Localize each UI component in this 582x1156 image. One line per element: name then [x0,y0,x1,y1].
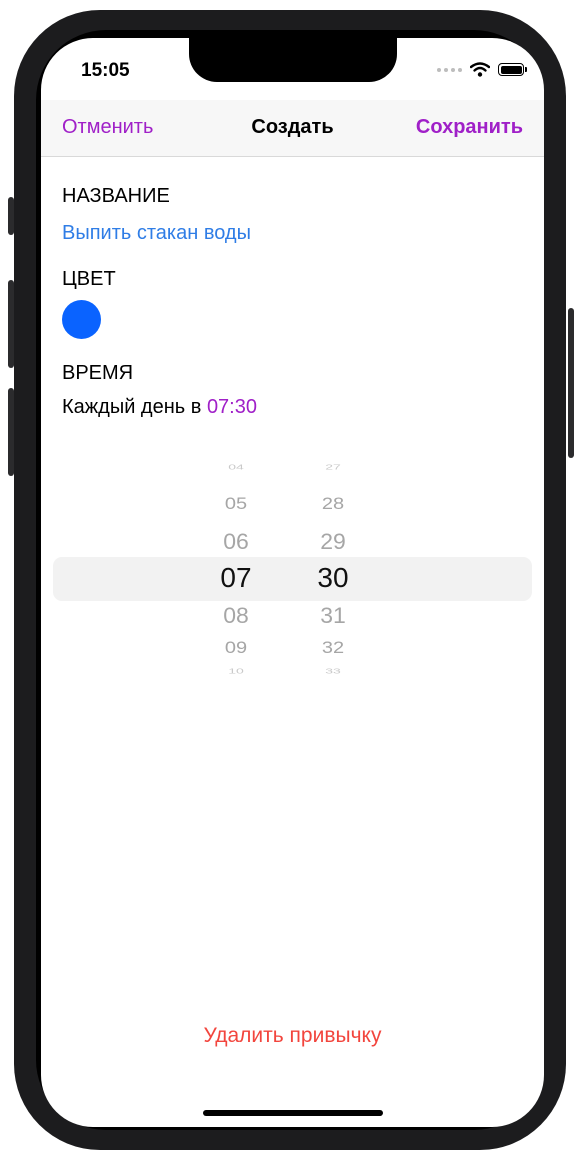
minute-option[interactable]: 32 [288,639,378,659]
volume-up-button [8,280,14,368]
home-indicator [203,1110,383,1116]
hour-option[interactable]: 09 [191,639,281,659]
time-label: ВРЕМЯ [62,362,134,384]
delete-habit-button[interactable]: Удалить привычку [41,1024,544,1048]
hour-option[interactable]: 07 [191,562,281,594]
minute-option[interactable]: 33 [288,667,378,675]
cancel-button[interactable]: Отменить [62,116,153,139]
hour-option[interactable]: 06 [191,528,281,554]
name-label: НАЗВАНИЕ [62,185,170,207]
minute-option[interactable]: 27 [288,463,378,471]
minute-wheel[interactable]: 27 28 29 30 31 32 33 [288,456,378,696]
habit-name-field[interactable]: Выпить стакан воды [62,222,251,245]
minute-option[interactable]: 28 [288,495,378,515]
mute-switch [8,197,14,235]
status-time: 15:05 [81,60,130,81]
status-icons [437,62,527,77]
hour-option[interactable]: 08 [191,602,281,628]
schedule-time-value[interactable]: 07:30 [207,396,257,418]
hour-option[interactable]: 05 [191,495,281,515]
save-button[interactable]: Сохранить [416,116,523,139]
volume-down-button [8,388,14,476]
color-label: ЦВЕТ [62,268,116,290]
hour-wheel[interactable]: 04 05 06 07 08 09 10 [191,456,281,696]
minute-option[interactable]: 31 [288,602,378,628]
schedule-text: Каждый день в 07:30 [62,396,257,419]
hour-option[interactable]: 04 [191,463,281,471]
power-button [568,308,574,458]
hour-option[interactable]: 10 [191,667,281,675]
notch [189,38,397,82]
wifi-icon [470,62,490,77]
schedule-prefix: Каждый день в [62,396,202,418]
minute-option[interactable]: 29 [288,528,378,554]
battery-icon [498,63,527,76]
color-swatch-button[interactable] [62,300,101,339]
cellular-signal-icon [437,67,462,72]
time-picker[interactable]: 04 05 06 07 08 09 10 27 28 29 30 31 32 33 [41,456,544,696]
app-screen: 15:05 Отменить Создать Сохранить НАЗВАНИ… [41,38,544,1127]
minute-option[interactable]: 30 [288,562,378,594]
navigation-bar: Отменить Создать Сохранить [41,100,544,157]
